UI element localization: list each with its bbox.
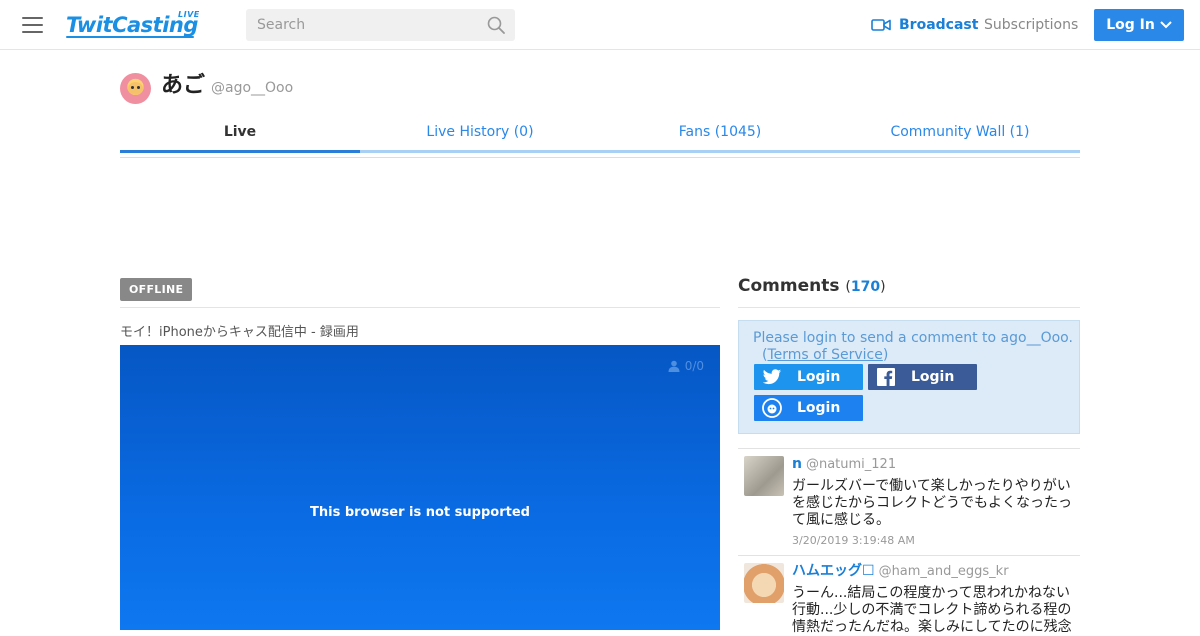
site-logo[interactable]: TwitCasting LIVE [66,9,200,41]
tab-community-wall[interactable]: Community Wall (1) [840,117,1080,154]
menu-icon[interactable] [22,17,43,33]
viewer-count: 0/0 [668,359,704,373]
comment-text: うーん...結局この程度かって思われかねない行動...少しの不満でコレクト諦めら… [792,585,1072,635]
comment-author[interactable]: ハムエッグ☐ @ham_and_eggs_kr [792,562,1009,581]
comment-handle: @natumi_121 [805,457,897,472]
broadcast-label: Broadcast [899,17,979,33]
twitter-icon [759,364,785,390]
tab-live-history[interactable]: Live History (0) [360,117,600,154]
terms-of-service-link[interactable]: Terms of Service [767,347,882,363]
tab-live[interactable]: Live [120,117,360,154]
log-in-button[interactable]: Log In [1094,9,1184,41]
display-name: あご [161,73,206,98]
status-badge: OFFLINE [120,278,193,301]
logo-underline [66,36,194,38]
user-handle: @ago__Ooo [211,80,294,96]
facebook-icon [873,364,899,390]
comment-timestamp[interactable]: 3/20/2019 3:19:48 AM [792,534,915,547]
comments-count: (170) [845,279,886,295]
divider [120,307,720,308]
search-box [246,9,515,41]
video-camera-icon [871,19,891,31]
movie-title: モイ！iPhoneからキャス配信中 - 録画用 [120,325,359,340]
log-in-label: Log In [1106,17,1155,33]
comment-author[interactable]: n @natumi_121 [792,455,896,474]
terms-of-service: (Terms of Service) [762,347,889,363]
comment-text: ガールズバーで働いて楽しかったりやりがいを感じたからコレクトどうでもよくなったっ… [792,478,1072,528]
broadcast-link[interactable]: Broadcast [871,15,978,35]
twitcasting-login-label: Login [797,400,841,416]
comment-login-panel: Please login to send a comment to ago__O… [738,320,1080,434]
login-message: Please login to send a comment to ago__O… [753,330,1073,346]
logo-live-label: LIVE [178,10,200,19]
comment-handle: @ham_and_eggs_kr [878,564,1009,579]
person-icon [668,360,680,372]
top-header: TwitCasting LIVE Broadcast Subscriptions… [0,0,1200,50]
video-player[interactable]: 0/0 This browser is not supported [120,345,720,630]
player-message: This browser is not supported [310,505,530,520]
tab-fans[interactable]: Fans (1045) [600,117,840,154]
divider [120,157,1080,158]
profile-tabs: Live Live History (0) Fans (1045) Commun… [120,117,1080,154]
tab-active-indicator [120,150,360,153]
avatar-eye [137,86,140,89]
facebook-login-label: Login [911,369,955,385]
facebook-login-button[interactable]: Login [868,364,977,390]
divider [738,307,1080,308]
twitter-login-label: Login [797,369,841,385]
comment-avatar[interactable] [744,563,784,603]
comment-avatar[interactable] [744,456,784,496]
avatar-face [128,82,143,95]
subscriptions-link[interactable]: Subscriptions [984,15,1078,35]
twitcasting-icon [759,395,785,421]
list-item: n @natumi_121 ガールズバーで働いて楽しかったりやりがいを感じたからコ… [738,448,1080,555]
twitter-login-button[interactable]: Login [754,364,863,390]
search-icon[interactable] [487,16,505,34]
list-item: ハムエッグ☐ @ham_and_eggs_kr うーん...結局この程度かって思わ… [738,555,1080,635]
comments-heading: Comments (170) [738,275,886,298]
avatar[interactable] [120,73,151,104]
search-input[interactable] [246,9,476,41]
viewer-count-value: 0/0 [684,359,704,373]
avatar-eye [131,86,134,89]
chevron-down-icon [1160,21,1172,29]
comments-title: Comments [738,276,840,296]
twitcasting-login-button[interactable]: Login [754,395,863,421]
